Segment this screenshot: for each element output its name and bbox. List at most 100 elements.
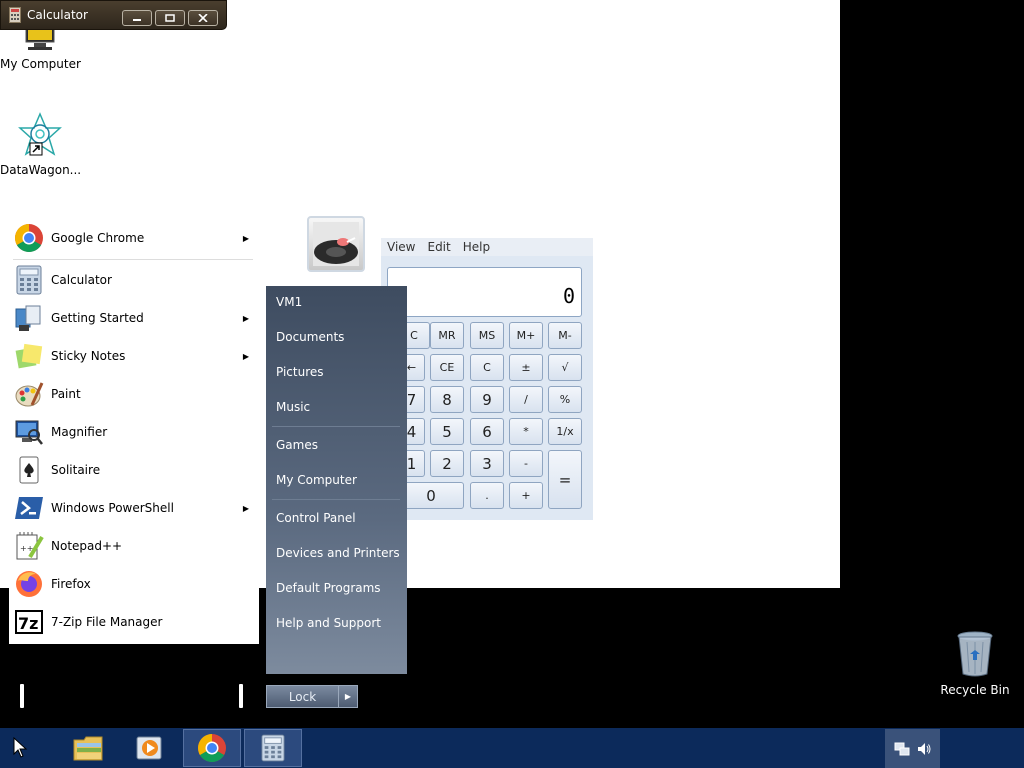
start-item-label: Paint [51, 387, 81, 401]
chrome-icon [198, 734, 226, 762]
submenu-arrow-icon: ▶ [242, 503, 249, 513]
taskbar-calculator[interactable] [244, 729, 302, 767]
menu-edit[interactable]: Edit [427, 240, 450, 254]
calculator-title-bar[interactable]: Calculator [0, 0, 227, 30]
start-item-solitaire[interactable]: Solitaire [9, 451, 259, 489]
decimal-button[interactable]: . [470, 482, 504, 509]
menu-view[interactable]: View [387, 240, 415, 254]
magnifier-icon [15, 420, 43, 445]
percent-button[interactable]: % [548, 386, 582, 413]
digit-6-button[interactable]: 6 [470, 418, 504, 445]
lock-options-button[interactable]: ▶ [338, 685, 358, 708]
start-button[interactable] [0, 729, 40, 767]
multiply-button[interactable]: * [509, 418, 543, 445]
ce-button[interactable]: CE [430, 354, 464, 381]
calculator-title: Calculator [27, 8, 88, 22]
desktop-icon-recycle-bin[interactable]: Recycle Bin [935, 630, 1015, 697]
start-item-firefox[interactable]: Firefox [9, 565, 259, 603]
digit-9-button[interactable]: 9 [470, 386, 504, 413]
start-item-7zip[interactable]: 7z 7-Zip File Manager [9, 603, 259, 641]
recycle-bin-icon [957, 631, 993, 677]
maximize-icon [165, 14, 175, 22]
svg-text:7z: 7z [18, 614, 38, 633]
start-item-magnifier[interactable]: Magnifier [9, 413, 259, 451]
reciprocal-button[interactable]: 1/x [548, 418, 582, 445]
start-item-label: Windows PowerShell [51, 501, 174, 515]
chrome-icon [15, 224, 43, 252]
desktop-icon-datawagon[interactable]: DataWagon... [0, 112, 82, 177]
search-field-edge [239, 684, 243, 708]
volume-icon[interactable] [916, 741, 932, 757]
minimize-button[interactable] [122, 10, 152, 26]
start-item-windows-powershell[interactable]: Windows PowerShell ▶ [9, 489, 259, 527]
desktop-icon-label: Recycle Bin [940, 683, 1010, 697]
digit-5-button[interactable]: 5 [430, 418, 464, 445]
calculator-menu-bar: View Edit Help [381, 238, 593, 256]
start-item-paint[interactable]: Paint [9, 375, 259, 413]
system-tray [885, 729, 940, 768]
digit-2-button[interactable]: 2 [430, 450, 464, 477]
svg-text:++: ++ [20, 544, 33, 553]
mr-button[interactable]: MR [430, 322, 464, 349]
start-item-getting-started[interactable]: Getting Started ▶ [9, 299, 259, 337]
taskbar-file-explorer[interactable] [60, 729, 118, 767]
digit-8-button[interactable]: 8 [430, 386, 464, 413]
submenu-arrow-icon: ▶ [242, 351, 249, 361]
digit-3-button[interactable]: 3 [470, 450, 504, 477]
calculator-small-icon [9, 7, 21, 23]
user-avatar[interactable] [307, 216, 365, 272]
menu-help[interactable]: Help [463, 240, 490, 254]
c-button[interactable]: C [470, 354, 504, 381]
close-icon [198, 14, 208, 22]
start-right-pictures[interactable]: Pictures [276, 365, 324, 379]
start-item-label: Solitaire [51, 463, 101, 477]
start-right-control-panel[interactable]: Control Panel [276, 511, 356, 525]
search-field-edge [20, 684, 24, 708]
equals-button[interactable]: = [548, 450, 582, 509]
start-item-label: Firefox [51, 577, 91, 591]
calculator-display: 0 [387, 267, 582, 317]
start-item-google-chrome[interactable]: Google Chrome ▶ [9, 219, 259, 257]
maximize-button[interactable] [155, 10, 185, 26]
start-right-games[interactable]: Games [276, 438, 318, 452]
start-right-devices-printers[interactable]: Devices and Printers [276, 546, 400, 560]
digit-0-button[interactable]: 0 [398, 482, 464, 509]
desktop-icon-label: DataWagon... [0, 163, 82, 177]
network-icon[interactable] [894, 741, 910, 757]
lock-button[interactable]: Lock [266, 685, 339, 708]
solitaire-icon [19, 456, 39, 484]
plus-minus-button[interactable]: ± [509, 354, 543, 381]
add-button[interactable]: + [509, 482, 543, 509]
start-right-default-programs[interactable]: Default Programs [276, 581, 381, 595]
taskbar-google-chrome[interactable] [183, 729, 241, 767]
start-right-help-support[interactable]: Help and Support [276, 616, 381, 630]
start-item-label: Calculator [51, 273, 112, 287]
sqrt-button[interactable]: √ [548, 354, 582, 381]
user-picture-icon [313, 222, 359, 266]
calculator-icon [261, 734, 285, 762]
start-item-label: Getting Started [51, 311, 144, 325]
start-right-music[interactable]: Music [276, 400, 310, 414]
start-right-separator [272, 499, 400, 500]
paint-icon [15, 382, 44, 407]
desktop-icon-label: My Computer [0, 57, 81, 71]
start-item-notepad-plus-plus[interactable]: ++ Notepad++ [9, 527, 259, 565]
firefox-icon [16, 571, 42, 597]
close-button[interactable] [188, 10, 218, 26]
m-minus-button[interactable]: M- [548, 322, 582, 349]
ms-button[interactable]: MS [470, 322, 504, 349]
taskbar-media-player[interactable] [121, 729, 179, 767]
m-plus-button[interactable]: M+ [509, 322, 543, 349]
start-item-sticky-notes[interactable]: Sticky Notes ▶ [9, 337, 259, 375]
getting-started-icon [15, 305, 41, 331]
submenu-arrow-icon: ▶ [242, 233, 249, 243]
media-player-icon [136, 736, 162, 760]
start-right-user[interactable]: VM1 [276, 295, 302, 309]
divide-button[interactable]: / [509, 386, 543, 413]
start-item-calculator[interactable]: Calculator [9, 261, 259, 299]
start-right-documents[interactable]: Documents [276, 330, 344, 344]
mouse-pointer-icon [13, 737, 28, 758]
folder-icon [73, 736, 103, 761]
start-right-my-computer[interactable]: My Computer [276, 473, 357, 487]
subtract-button[interactable]: - [509, 450, 543, 477]
